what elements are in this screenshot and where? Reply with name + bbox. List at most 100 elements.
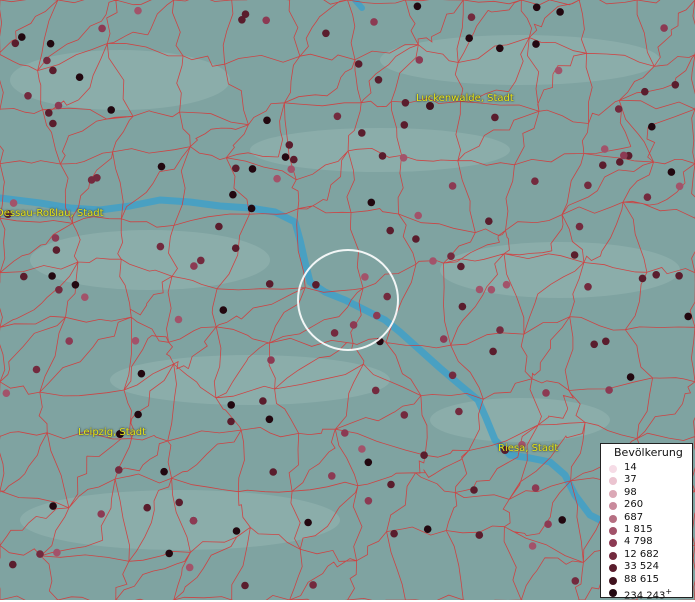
population-dot — [531, 484, 540, 492]
legend-overflow-mark: + — [665, 587, 673, 596]
population-dot — [341, 429, 349, 437]
population-dot — [157, 162, 166, 171]
population-dot — [554, 66, 563, 75]
population-dot — [232, 164, 240, 173]
population-dot — [241, 581, 249, 590]
city-label-leipzig: Leipzig, Stadt — [78, 427, 147, 438]
legend-value: 14 — [624, 462, 637, 473]
population-dot — [304, 518, 312, 527]
population-dot — [259, 397, 267, 405]
population-dot — [165, 549, 173, 558]
population-dot — [131, 337, 140, 345]
population-dot — [491, 113, 499, 122]
population-dot — [263, 116, 271, 125]
population-dot — [219, 306, 228, 314]
legend-value: 88 615 — [624, 573, 659, 585]
population-dot — [215, 222, 223, 231]
population-dot — [185, 563, 194, 572]
population-dot — [590, 340, 598, 349]
population-dot — [93, 174, 101, 182]
population-dot — [43, 56, 51, 65]
population-dot — [197, 256, 205, 265]
population-dot — [660, 24, 668, 32]
population-dot — [390, 529, 398, 538]
population-dot — [542, 389, 550, 397]
legend-swatch — [609, 539, 617, 548]
population-legend: Bevölkerung 14 37 98 260 687 1 815 4 798 12 682… — [600, 443, 693, 601]
population-dot — [115, 466, 123, 474]
population-dot — [20, 272, 28, 281]
population-dot — [556, 8, 564, 16]
population-dot — [457, 262, 465, 271]
population-dot — [605, 386, 613, 394]
legend-value: 687 — [624, 511, 644, 523]
population-dot — [9, 560, 17, 569]
population-dot — [262, 16, 271, 25]
city-label-riesa: Riesa, Stadt — [498, 443, 559, 454]
population-dot — [54, 101, 63, 110]
population-dot — [98, 24, 106, 33]
population-dot — [496, 44, 504, 53]
population-dot — [189, 516, 198, 525]
population-dot — [71, 281, 80, 289]
legend-value: 37 — [624, 474, 637, 486]
population-dot — [265, 280, 274, 288]
population-dot — [386, 226, 395, 235]
legend-swatch — [609, 576, 617, 585]
population-dot — [458, 302, 467, 311]
population-dot — [354, 60, 363, 68]
population-dot — [502, 280, 511, 289]
population-dot — [429, 257, 437, 265]
population-dot — [367, 198, 376, 207]
city-label-luckenwalde: Luckenwalde, Stadt — [416, 93, 514, 104]
population-dot — [373, 311, 381, 320]
population-dot — [227, 417, 235, 426]
legend-title: Bevölkerung — [614, 446, 683, 459]
population-dot — [231, 244, 240, 252]
legend-swatch — [609, 589, 617, 597]
population-dot — [584, 181, 592, 190]
population-dot — [36, 550, 44, 558]
population-dot — [599, 161, 607, 169]
population-dot — [675, 182, 684, 191]
map-canvas[interactable] — [0, 0, 695, 600]
population-dot — [175, 498, 183, 507]
population-dot — [281, 153, 290, 161]
population-dot — [370, 18, 378, 26]
population-dot — [75, 73, 84, 81]
population-dot — [571, 577, 580, 585]
legend-value: 98 — [624, 486, 637, 498]
legend-swatch — [609, 489, 617, 498]
population-dot — [97, 510, 105, 518]
legend-swatch — [609, 514, 617, 523]
population-dot — [134, 6, 142, 15]
population-dot — [49, 119, 57, 128]
population-dot — [273, 174, 281, 183]
population-dot — [643, 193, 652, 201]
population-dot — [361, 273, 369, 281]
population-dot — [330, 329, 339, 337]
population-dot — [487, 285, 496, 294]
population-dot — [238, 15, 246, 24]
population-dot — [45, 109, 53, 117]
population-dot — [684, 312, 692, 321]
population-dot — [400, 121, 409, 129]
population-dot — [285, 141, 294, 149]
population-dot — [648, 122, 656, 131]
population-dot — [414, 211, 423, 220]
population-dot — [32, 365, 41, 374]
legend-value: 12 682 — [624, 548, 659, 560]
population-dot — [81, 293, 89, 302]
population-dot — [532, 40, 540, 48]
population-dot — [532, 3, 541, 12]
population-dot — [447, 252, 455, 260]
city-label-dessau: Dessau-Roßlau, Stadt — [0, 208, 104, 219]
population-dot — [652, 271, 660, 279]
population-dot — [575, 222, 584, 231]
population-dot — [616, 158, 624, 166]
population-dot — [358, 129, 366, 137]
population-dot — [371, 386, 380, 395]
population-dot — [24, 92, 32, 100]
population-dot — [475, 531, 484, 539]
population-dot — [309, 581, 317, 589]
